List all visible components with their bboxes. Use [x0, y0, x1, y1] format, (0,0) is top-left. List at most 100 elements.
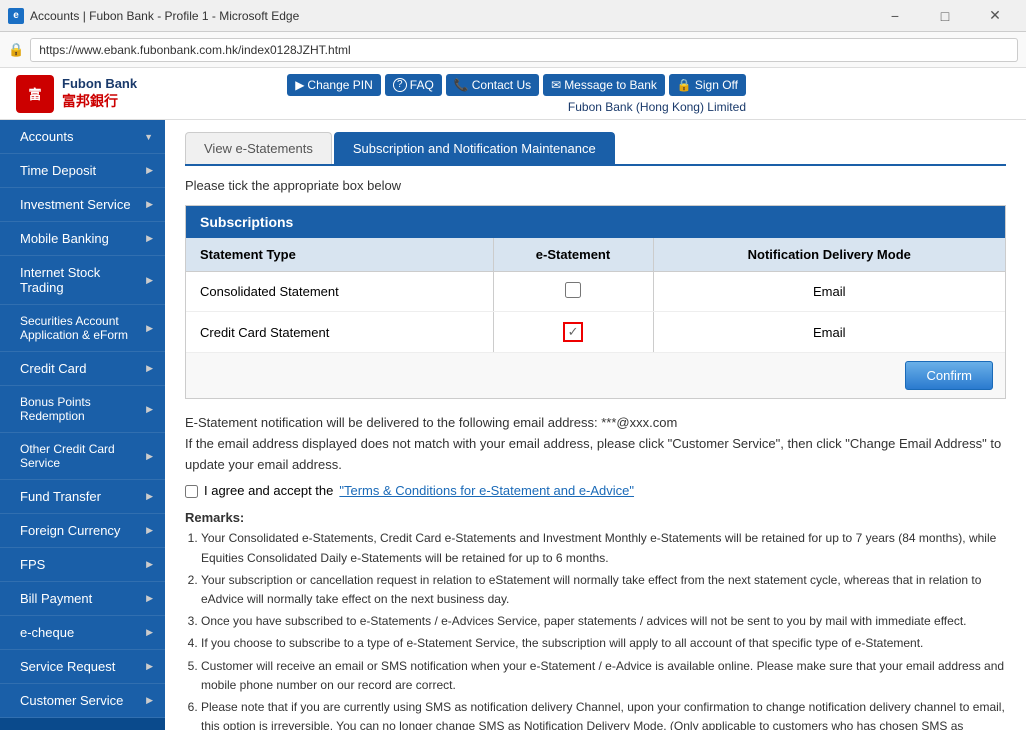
remark-2: Your subscription or cancellation reques…: [201, 571, 1006, 609]
confirm-button[interactable]: Confirm: [905, 361, 993, 390]
confirm-btn-row: Confirm: [186, 352, 1005, 398]
question-icon: ?: [393, 78, 407, 92]
terms-label: I agree and accept the: [204, 483, 333, 498]
subscriptions-header: Subscriptions: [186, 206, 1005, 238]
terms-checkbox[interactable]: [185, 485, 198, 498]
notification-consolidated: Email: [653, 272, 1005, 312]
email-line2: If the email address displayed does not …: [185, 436, 1001, 472]
content-area: View e-Statements Subscription and Notif…: [165, 120, 1026, 730]
terms-link[interactable]: "Terms & Conditions for e-Statement and …: [339, 483, 634, 498]
title-bar: e Accounts | Fubon Bank - Profile 1 - Mi…: [0, 0, 1026, 32]
arrow-icon: ▶: [146, 559, 153, 570]
play-icon: ▶: [295, 78, 304, 92]
sidebar-item-e-statement[interactable]: e-Statement ▼: [0, 718, 165, 730]
bank-logo: 富 Fubon Bank 富邦銀行: [0, 75, 170, 113]
arrow-icon: ▶: [146, 165, 153, 176]
tab-view-e-statements[interactable]: View e-Statements: [185, 132, 332, 164]
table-row: Credit Card Statement Email: [186, 312, 1005, 353]
e-statement-checkbox-credit-card[interactable]: [493, 312, 653, 353]
col-e-statement: e-Statement: [493, 238, 653, 272]
envelope-icon: ✉: [551, 78, 561, 92]
sidebar-item-internet-stock[interactable]: Internet Stock Trading ▶: [0, 256, 165, 305]
minimize-button[interactable]: −: [872, 0, 918, 32]
sidebar-item-credit-card[interactable]: Credit Card ▶: [0, 352, 165, 386]
arrow-icon: ▶: [146, 363, 153, 374]
remarks-text: Your Consolidated e-Statements, Credit C…: [185, 529, 1006, 730]
sidebar-item-bonus-points[interactable]: Bonus Points Redemption ▶: [0, 386, 165, 433]
sidebar-item-securities[interactable]: Securities Account Application & eForm ▶: [0, 305, 165, 352]
sidebar-item-mobile-banking[interactable]: Mobile Banking ▶: [0, 222, 165, 256]
col-notification: Notification Delivery Mode: [653, 238, 1005, 272]
email-prefix: E-Statement notification will be deliver…: [185, 415, 598, 430]
remark-5: Customer will receive an email or SMS no…: [201, 657, 1006, 695]
browser-icon: e: [8, 8, 24, 24]
top-nav: 富 Fubon Bank 富邦銀行 ▶ Change PIN ? FAQ 📞 C…: [0, 68, 1026, 120]
arrow-icon: ▶: [146, 525, 153, 536]
bank-name-cn: 富邦銀行: [62, 91, 137, 111]
sidebar-item-foreign-currency[interactable]: Foreign Currency ▶: [0, 514, 165, 548]
url-input[interactable]: [30, 38, 1018, 62]
subscriptions-table: Statement Type e-Statement Notification …: [186, 238, 1005, 352]
phone-icon: 📞: [454, 78, 469, 92]
terms-row: I agree and accept the "Terms & Conditio…: [185, 483, 1006, 498]
tabs: View e-Statements Subscription and Notif…: [185, 132, 1006, 166]
sidebar-item-accounts[interactable]: Accounts ▼: [0, 120, 165, 154]
arrow-icon: ▼: [144, 132, 153, 142]
sidebar: Accounts ▼ Time Deposit ▶ Investment Ser…: [0, 120, 165, 730]
address-bar: 🔒: [0, 32, 1026, 68]
maximize-button[interactable]: □: [922, 0, 968, 32]
table-header-row: Statement Type e-Statement Notification …: [186, 238, 1005, 272]
remarks-section: Remarks: Your Consolidated e-Statements,…: [185, 510, 1006, 730]
sidebar-item-e-cheque[interactable]: e-cheque ▶: [0, 616, 165, 650]
arrow-icon: ▶: [146, 275, 153, 286]
top-nav-links: ▶ Change PIN ? FAQ 📞 Contact Us ✉ Messag…: [287, 74, 746, 96]
statement-type-credit-card: Credit Card Statement: [186, 312, 493, 353]
sign-off-link[interactable]: 🔒 Sign Off: [669, 74, 746, 96]
email-address: ***@xxx.com: [601, 415, 677, 430]
arrow-icon: ▶: [146, 491, 153, 502]
contact-us-link[interactable]: 📞 Contact Us: [446, 74, 539, 96]
sidebar-item-fund-transfer[interactable]: Fund Transfer ▶: [0, 480, 165, 514]
lock-icon: 🔒: [8, 42, 24, 58]
checkbox-credit-card-checked[interactable]: [563, 322, 583, 342]
arrow-icon: ▶: [146, 627, 153, 638]
close-button[interactable]: ✕: [972, 0, 1018, 32]
remark-3: Once you have subscribed to e-Statements…: [201, 612, 1006, 631]
faq-link[interactable]: ? FAQ: [385, 74, 442, 96]
window-title: Accounts | Fubon Bank - Profile 1 - Micr…: [30, 9, 872, 23]
arrow-icon: ▶: [146, 661, 153, 672]
lock-icon-nav: 🔒: [677, 78, 692, 92]
notification-credit-card: Email: [653, 312, 1005, 353]
email-info: E-Statement notification will be deliver…: [185, 413, 1006, 475]
sidebar-item-bill-payment[interactable]: Bill Payment ▶: [0, 582, 165, 616]
change-pin-link[interactable]: ▶ Change PIN: [287, 74, 381, 96]
sidebar-item-investment-service[interactable]: Investment Service ▶: [0, 188, 165, 222]
sidebar-item-service-request[interactable]: Service Request ▶: [0, 650, 165, 684]
table-row: Consolidated Statement Email: [186, 272, 1005, 312]
checkbox-consolidated[interactable]: [565, 282, 581, 298]
logo-text: Fubon Bank 富邦銀行: [62, 76, 137, 111]
logo-icon: 富: [16, 75, 54, 113]
content-inner: View e-Statements Subscription and Notif…: [165, 120, 1026, 730]
statement-type-consolidated: Consolidated Statement: [186, 272, 493, 312]
sidebar-item-other-credit-card[interactable]: Other Credit Card Service ▶: [0, 433, 165, 480]
arrow-icon: ▶: [146, 695, 153, 706]
remark-1: Your Consolidated e-Statements, Credit C…: [201, 529, 1006, 567]
e-statement-checkbox-consolidated[interactable]: [493, 272, 653, 312]
sidebar-item-fps[interactable]: FPS ▶: [0, 548, 165, 582]
sidebar-item-customer-service[interactable]: Customer Service ▶: [0, 684, 165, 718]
arrow-icon: ▶: [146, 404, 153, 415]
arrow-icon: ▶: [146, 323, 153, 334]
arrow-icon: ▶: [146, 233, 153, 244]
sidebar-item-time-deposit[interactable]: Time Deposit ▶: [0, 154, 165, 188]
message-link[interactable]: ✉ Message to Bank: [543, 74, 665, 96]
subscriptions-box: Subscriptions Statement Type e-Statement…: [185, 205, 1006, 399]
col-statement-type: Statement Type: [186, 238, 493, 272]
remark-4: If you choose to subscribe to a type of …: [201, 634, 1006, 653]
remarks-title: Remarks:: [185, 510, 1006, 525]
instruction-text: Please tick the appropriate box below: [185, 178, 1006, 193]
tab-subscription[interactable]: Subscription and Notification Maintenanc…: [334, 132, 615, 164]
bank-full-name: Fubon Bank (Hong Kong) Limited: [568, 100, 746, 114]
bank-name-en: Fubon Bank: [62, 76, 137, 91]
main-layout: Accounts ▼ Time Deposit ▶ Investment Ser…: [0, 120, 1026, 730]
